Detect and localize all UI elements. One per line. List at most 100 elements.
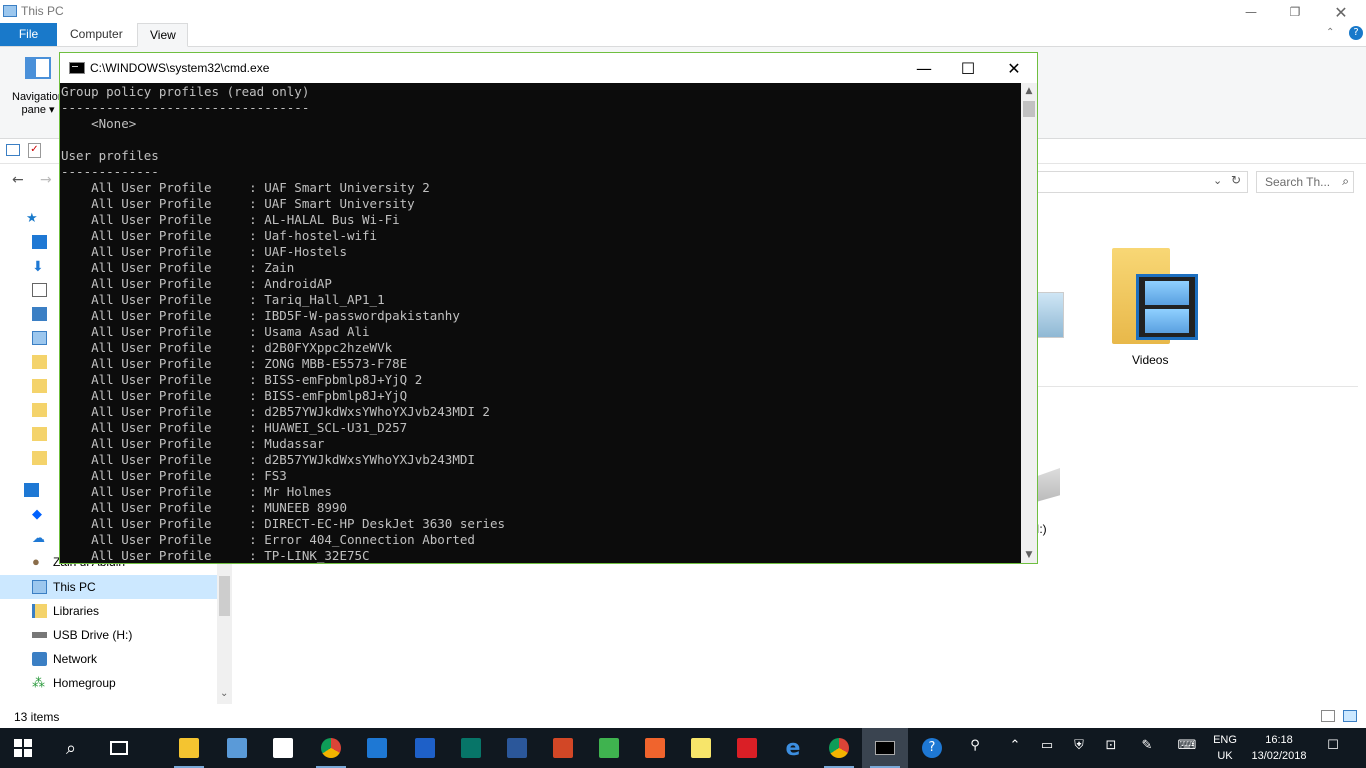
clock[interactable]: 16:18 13/02/2018: [1248, 732, 1310, 764]
language-indicator[interactable]: ENG UK: [1212, 732, 1238, 764]
large-icons-view-icon[interactable]: [1343, 710, 1357, 722]
scroll-up-icon[interactable]: ▲: [1021, 83, 1037, 99]
word-taskbar[interactable]: [494, 728, 540, 768]
console-line: All User Profile : HUAWEI_SCL-U31_D257: [61, 420, 408, 435]
film-strip-icon: [1136, 274, 1198, 340]
battery-icon[interactable]: ▭: [1038, 738, 1056, 758]
this-pc-icon: [3, 5, 17, 17]
creative-cloud-taskbar[interactable]: [724, 728, 770, 768]
console-line: All User Profile : d2B0FYXppc2hzeWVk: [61, 340, 393, 355]
nav-label-libraries: Libraries: [53, 604, 100, 618]
pen-icon[interactable]: ✎: [1138, 738, 1156, 758]
powerpoint-taskbar[interactable]: [540, 728, 586, 768]
chrome-icon: [829, 738, 849, 758]
chrome-taskbar[interactable]: [308, 728, 354, 768]
videos-folder-label[interactable]: Videos: [1132, 353, 1168, 367]
camtasia-green-taskbar[interactable]: [586, 728, 632, 768]
properties-icon[interactable]: [6, 144, 20, 156]
edge-taskbar[interactable]: e: [770, 728, 816, 768]
address-bar[interactable]: ⌄ ↻: [1036, 171, 1248, 193]
desktop-icon: [32, 235, 47, 249]
people-icon[interactable]: ⚲: [966, 738, 984, 758]
console-line: All User Profile : UAF Smart University: [61, 196, 415, 211]
search-input[interactable]: Search Th... ⌕: [1256, 171, 1354, 193]
console-line: All User Profile : Zain: [61, 260, 295, 275]
cmd-title: C:\WINDOWS\system32\cmd.exe: [90, 61, 270, 75]
drive-icon[interactable]: [1036, 468, 1060, 502]
navigation-pane-icon: [25, 57, 51, 79]
console-line: -------------: [61, 164, 159, 179]
nav-item-network[interactable]: Network: [0, 647, 217, 671]
back-arrow-icon[interactable]: ←: [12, 172, 24, 188]
show-hidden-icons[interactable]: ⌃: [1006, 738, 1024, 758]
download-arrow-icon: ⬇: [32, 258, 44, 274]
cmd-titlebar[interactable]: C:\WINDOWS\system32\cmd.exe — ☐ ✕: [60, 53, 1037, 83]
console-output[interactable]: Group policy profiles (read only) -------…: [60, 83, 1021, 563]
cmd-scrollbar[interactable]: ▲ ▼: [1021, 83, 1037, 563]
defender-tray-icon[interactable]: ⛨: [1070, 738, 1088, 758]
refresh-icon[interactable]: ↻: [1231, 173, 1241, 187]
store-taskbar[interactable]: [260, 728, 306, 768]
clock-date: 13/02/2018: [1251, 750, 1307, 762]
nav-label-network: Network: [53, 652, 98, 666]
nav-item-homegroup[interactable]: ⁂ Homegroup: [0, 671, 217, 695]
search-tool-taskbar[interactable]: [402, 728, 448, 768]
details-view-icon[interactable]: [1321, 710, 1335, 722]
network-icon: [32, 652, 47, 666]
usb-drive-icon: [32, 632, 47, 638]
nav-item-libraries[interactable]: Libraries: [0, 599, 217, 623]
checklist-icon[interactable]: ✓: [28, 143, 41, 158]
task-view-button[interactable]: [96, 728, 142, 768]
restore-button[interactable]: ❐: [1272, 0, 1318, 24]
file-explorer-taskbar[interactable]: [166, 728, 212, 768]
videos-folder[interactable]: [1108, 246, 1198, 368]
chrome-2-taskbar[interactable]: [816, 728, 862, 768]
scroll-down-icon[interactable]: ⌄: [220, 688, 228, 699]
close-button[interactable]: ✕: [1318, 0, 1364, 24]
clock-time: 16:18: [1265, 734, 1293, 746]
forward-arrow-icon[interactable]: →: [40, 172, 52, 188]
computer-icon: [227, 738, 247, 758]
cmd-maximize-button[interactable]: ☐: [945, 53, 991, 83]
ribbon-collapse-icon[interactable]: ⌃: [1326, 27, 1334, 38]
minimize-button[interactable]: —: [1228, 0, 1274, 24]
cmd-scrollbar-thumb[interactable]: [1023, 101, 1035, 117]
console-icon: [69, 62, 85, 74]
nav-item-usb-drive[interactable]: USB Drive (H:): [0, 623, 217, 647]
keyboard-icon[interactable]: ⌨: [1174, 738, 1200, 758]
defender-taskbar[interactable]: [354, 728, 400, 768]
this-pc-taskbar[interactable]: [214, 728, 260, 768]
console-line: <None>: [61, 116, 137, 131]
cmd-taskbar[interactable]: [862, 728, 908, 768]
cmd-window: C:\WINDOWS\system32\cmd.exe — ☐ ✕ Group …: [59, 52, 1038, 564]
search-placeholder: Search Th...: [1265, 175, 1331, 189]
address-dropdown-icon[interactable]: ⌄: [1213, 174, 1222, 187]
search-taskbar-button[interactable]: ⌕: [48, 728, 94, 768]
cmd-close-button[interactable]: ✕: [991, 53, 1037, 83]
nav-scrollbar-thumb[interactable]: [219, 576, 230, 616]
tab-view[interactable]: View: [137, 23, 188, 47]
tab-file[interactable]: File: [0, 23, 57, 46]
tab-computer[interactable]: Computer: [58, 23, 135, 46]
start-button[interactable]: [0, 728, 46, 768]
this-pc-icon: [32, 580, 47, 594]
explorer-titlebar[interactable]: This PC — ❐ ✕: [0, 0, 1366, 24]
publisher-taskbar[interactable]: [448, 728, 494, 768]
nav-item-this-pc[interactable]: This PC: [0, 575, 217, 599]
cmd-minimize-button[interactable]: —: [901, 53, 947, 83]
sticky-notes-taskbar[interactable]: [678, 728, 724, 768]
notification-icon[interactable]: ☐: [1324, 738, 1342, 758]
pictures-folder-thumbnail[interactable]: [1036, 292, 1064, 338]
camtasia-orange-taskbar[interactable]: [632, 728, 678, 768]
scroll-down-icon[interactable]: ▼: [1021, 547, 1037, 563]
help-tray-icon[interactable]: ?: [922, 738, 942, 758]
camtasia-recorder-icon: [645, 738, 665, 758]
help-icon[interactable]: ?: [1349, 26, 1363, 40]
network-tray-icon[interactable]: ⊡: [1102, 738, 1120, 758]
console-line: All User Profile : BISS-emFpbmlp8J+YjQ 2: [61, 372, 423, 387]
search-icon: ⌕: [65, 737, 77, 759]
console-line: All User Profile : AndroidAP: [61, 276, 332, 291]
ribbon-tabs: File Computer View ⌃ ?: [0, 23, 1366, 47]
dropbox-icon: ◆: [32, 506, 42, 521]
